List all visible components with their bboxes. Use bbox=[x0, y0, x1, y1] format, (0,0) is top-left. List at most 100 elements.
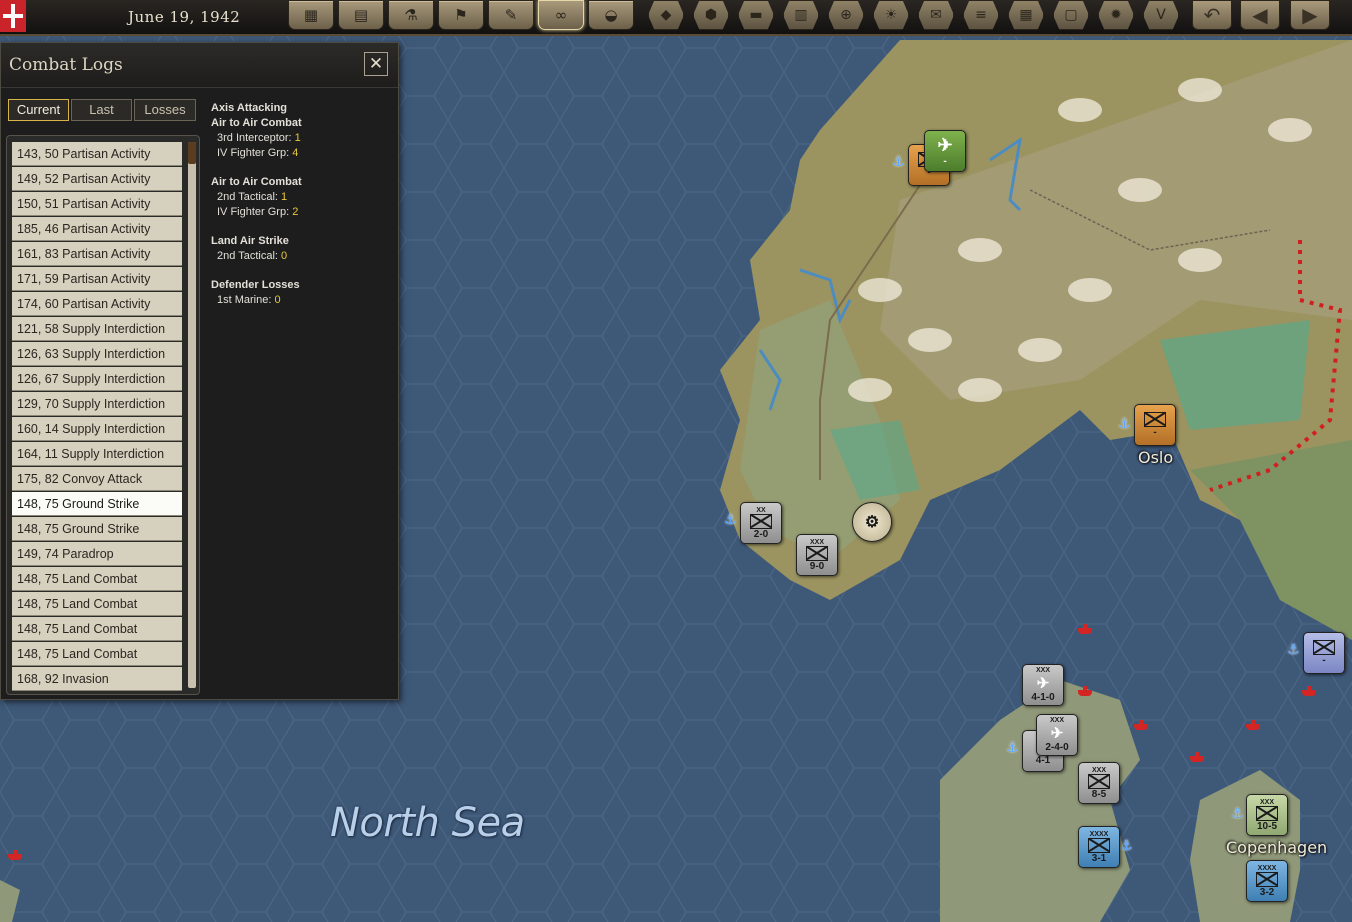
unit-counter-infantry[interactable]: XXX 9-0 bbox=[796, 534, 838, 576]
unit-counter-bomber[interactable]: XXX ✈ 2-4-0 bbox=[1036, 714, 1078, 756]
hq-gear-icon[interactable]: ⚙ bbox=[852, 502, 892, 542]
unit-counter-infantry[interactable]: XXX 8-5 bbox=[1078, 762, 1120, 804]
target-icon[interactable]: ⊕ bbox=[828, 0, 864, 30]
mail-icon[interactable]: ✉ bbox=[918, 0, 954, 30]
map-icon[interactable]: ▢ bbox=[1053, 0, 1089, 30]
tab-current[interactable]: Current bbox=[8, 99, 69, 121]
rail-icon[interactable]: ▬ bbox=[738, 0, 774, 30]
list-item[interactable]: 129, 70 Supply Interdiction bbox=[12, 392, 182, 416]
bridge-icon[interactable]: ≡ bbox=[963, 0, 999, 30]
scrollbar-thumb[interactable] bbox=[188, 142, 196, 164]
list-item[interactable]: 126, 63 Supply Interdiction bbox=[12, 342, 182, 366]
undo-icon[interactable]: ↶ bbox=[1192, 0, 1232, 30]
unit-size: XXX bbox=[809, 538, 824, 546]
list-item[interactable]: 164, 11 Supply Interdiction bbox=[12, 442, 182, 466]
flag-icon[interactable]: ⚑ bbox=[438, 0, 484, 30]
detail-line: IV Fighter Grp: 2 bbox=[211, 205, 391, 220]
unit-symbol-icon bbox=[750, 513, 772, 529]
port-anchor-icon: ⚓ bbox=[1120, 838, 1133, 854]
research-icon[interactable]: ⚗ bbox=[388, 0, 434, 30]
unit-strength: 4-1 bbox=[1035, 754, 1051, 766]
list-item[interactable]: 148, 75 Land Combat bbox=[12, 592, 182, 616]
tab-losses[interactable]: Losses bbox=[134, 99, 196, 121]
naval-unit-icon[interactable] bbox=[1190, 752, 1204, 762]
combat-log-list[interactable]: 143, 50 Partisan Activity 149, 52 Partis… bbox=[6, 135, 200, 695]
detail-line: 2nd Tactical: 0 bbox=[211, 249, 391, 264]
list-item[interactable]: 148, 75 Land Combat bbox=[12, 642, 182, 666]
sea-label: North Sea bbox=[330, 800, 525, 846]
detail-line: 1st Marine: 0 bbox=[211, 293, 391, 308]
unit-symbol-icon bbox=[1144, 412, 1166, 427]
unit-counter-aircraft[interactable]: ✈ - bbox=[924, 130, 966, 172]
unit-counter-copenhagen[interactable]: XXX 10-5 bbox=[1246, 794, 1288, 836]
list-item[interactable]: 160, 14 Supply Interdiction bbox=[12, 417, 182, 441]
bomber-icon: ✈ bbox=[1050, 725, 1064, 742]
helmet-icon[interactable]: ◒ bbox=[588, 0, 634, 30]
naval-unit-icon[interactable] bbox=[1302, 686, 1316, 696]
unit-strength: - bbox=[1322, 655, 1326, 666]
port-anchor-icon: ⚓ bbox=[1006, 740, 1019, 756]
section-title: Defender Losses bbox=[211, 279, 300, 291]
detail-line: IV Fighter Grp: 4 bbox=[211, 146, 391, 161]
list-item[interactable]: 148, 75 Ground Strike bbox=[12, 517, 182, 541]
detail-line: 2nd Tactical: 1 bbox=[211, 190, 391, 205]
naval-unit-icon[interactable] bbox=[1134, 720, 1148, 730]
naval-unit-icon[interactable] bbox=[1246, 720, 1260, 730]
unit-size: XXX bbox=[1035, 667, 1050, 674]
list-item[interactable]: 126, 67 Supply Interdiction bbox=[12, 367, 182, 391]
binoculars-icon[interactable]: ∞ bbox=[538, 0, 584, 30]
naval-unit-icon[interactable] bbox=[1078, 624, 1092, 634]
calendar-icon[interactable]: ▦ bbox=[288, 0, 334, 30]
unit-counter-airforce[interactable]: XXX ✈ 4-1-0 bbox=[1022, 664, 1064, 706]
unit-counter-infantry[interactable]: XX 2-0 bbox=[740, 502, 782, 544]
detail-section: Air to Air Combat 3rd Interceptor: 1 IV … bbox=[211, 116, 391, 161]
list-item-selected[interactable]: 148, 75 Ground Strike bbox=[12, 492, 182, 516]
line-value: 1 bbox=[294, 132, 301, 144]
back-arrow-icon[interactable]: ◀ bbox=[1240, 0, 1280, 30]
section-title: Air to Air Combat bbox=[211, 176, 302, 188]
naval-icon[interactable]: ⬢ bbox=[693, 0, 729, 30]
unit-counter-infantry[interactable]: - bbox=[1303, 632, 1345, 674]
tab-last[interactable]: Last bbox=[71, 99, 132, 121]
land-unit-icon[interactable]: ◆ bbox=[648, 0, 684, 30]
line-value: 1 bbox=[281, 191, 288, 203]
list-scrollbar[interactable] bbox=[188, 142, 196, 688]
unit-counter-armor[interactable]: XXXX 3-2 bbox=[1246, 860, 1288, 902]
top-toolbar: June 19, 1942 ▦ ▤ ⚗ ⚑ ✎ ∞ ◒ ◆ ⬢ ▬ ▥ ⊕ ☀ … bbox=[0, 0, 1352, 36]
aircraft-icon: ✈ bbox=[937, 135, 953, 155]
naval-unit-icon[interactable] bbox=[1078, 686, 1092, 696]
list-item[interactable]: 168, 92 Invasion bbox=[12, 667, 182, 691]
list-item[interactable]: 175, 82 Convoy Attack bbox=[12, 467, 182, 491]
naval-unit-icon[interactable] bbox=[8, 850, 22, 860]
unit-symbol-icon bbox=[1088, 773, 1110, 789]
list-item[interactable]: 174, 60 Partisan Activity bbox=[12, 292, 182, 316]
list-item[interactable]: 143, 50 Partisan Activity bbox=[12, 142, 182, 166]
nation-flag-icon[interactable] bbox=[0, 0, 26, 32]
forward-arrow-icon[interactable]: ▶ bbox=[1290, 0, 1330, 30]
list-item[interactable]: 171, 59 Partisan Activity bbox=[12, 267, 182, 291]
list-item[interactable]: 149, 52 Partisan Activity bbox=[12, 167, 182, 191]
list-item[interactable]: 149, 74 Paradrop bbox=[12, 542, 182, 566]
list-item[interactable]: 150, 51 Partisan Activity bbox=[12, 192, 182, 216]
line-value: 2 bbox=[292, 206, 299, 218]
line-label: IV Fighter Grp: bbox=[217, 206, 293, 218]
unit-strength: 4-1-0 bbox=[1031, 692, 1055, 703]
sun-icon[interactable]: ☀ bbox=[873, 0, 909, 30]
list-item[interactable]: 148, 75 Land Combat bbox=[12, 617, 182, 641]
fire-icon[interactable]: ✹ bbox=[1098, 0, 1134, 30]
line-value: 0 bbox=[274, 294, 281, 306]
supply-icon[interactable]: ▥ bbox=[783, 0, 819, 30]
bag-icon[interactable]: ▤ bbox=[338, 0, 384, 30]
close-icon[interactable]: ✕ bbox=[364, 52, 388, 76]
city-label-oslo: Oslo bbox=[1138, 448, 1174, 467]
list-item[interactable]: 148, 75 Land Combat bbox=[12, 567, 182, 591]
unit-counter-armor[interactable]: XXXX 3-1 bbox=[1078, 826, 1120, 868]
victory-icon[interactable]: V bbox=[1143, 0, 1179, 30]
unit-counter-oslo[interactable]: - bbox=[1134, 404, 1176, 446]
list-item[interactable]: 185, 46 Partisan Activity bbox=[12, 217, 182, 241]
list-item[interactable]: 161, 83 Partisan Activity bbox=[12, 242, 182, 266]
aircraft-icon: ✈ bbox=[1036, 675, 1050, 692]
grid-icon[interactable]: ▦ bbox=[1008, 0, 1044, 30]
notes-icon[interactable]: ✎ bbox=[488, 0, 534, 30]
list-item[interactable]: 121, 58 Supply Interdiction bbox=[12, 317, 182, 341]
